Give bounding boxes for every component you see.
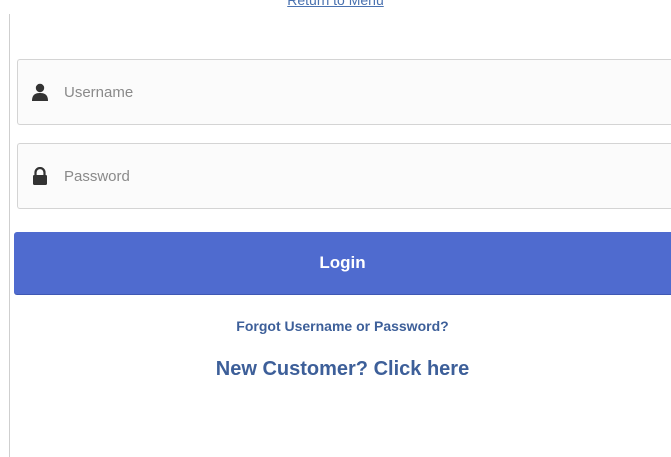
login-button[interactable]: Login bbox=[14, 232, 671, 295]
login-page: Return to Menu Login Forgot Username or … bbox=[0, 0, 671, 457]
panel-left-border bbox=[9, 14, 10, 457]
username-input[interactable] bbox=[64, 60, 664, 124]
password-field[interactable] bbox=[17, 143, 671, 209]
username-field[interactable] bbox=[17, 59, 671, 125]
new-customer-link[interactable]: New Customer? Click here bbox=[0, 358, 671, 381]
forgot-credentials-link[interactable]: Forgot Username or Password? bbox=[0, 318, 671, 334]
return-to-menu-link[interactable]: Return to Menu bbox=[0, 0, 671, 9]
user-icon bbox=[31, 83, 49, 101]
password-input[interactable] bbox=[64, 144, 664, 208]
lock-icon bbox=[31, 166, 49, 185]
